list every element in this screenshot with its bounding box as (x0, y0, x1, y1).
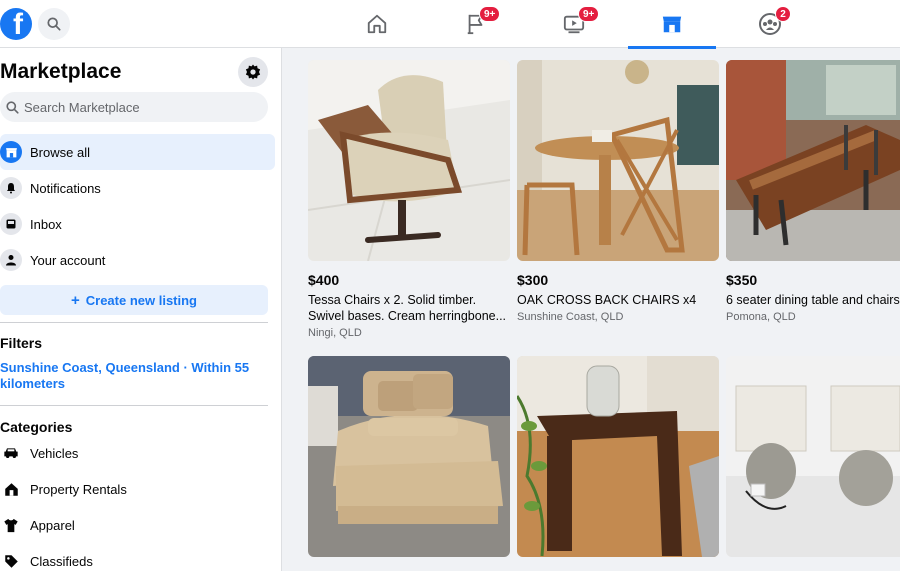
page-title: Marketplace (0, 60, 122, 83)
listing-photo[interactable] (726, 356, 900, 557)
listing-title: 6 seater dining table and chairs (726, 293, 900, 307)
marketplace-sidebar: Marketplace Browse all Notifications Inb… (0, 48, 282, 571)
listing-title: Swivel bases. Cream herringbone... (308, 309, 507, 323)
categories-heading: Categories (0, 419, 73, 435)
tag-icon (0, 550, 22, 571)
search-icon (6, 100, 19, 114)
category-label: Vehicles (30, 445, 79, 461)
listing-card[interactable] (308, 356, 510, 557)
category-classifieds[interactable]: Classifieds (0, 543, 275, 571)
sidebar-item-inbox[interactable]: Inbox (0, 206, 275, 242)
sidebar-item-notifications[interactable]: Notifications (0, 170, 275, 206)
listing-location: Ningi, QLD (308, 327, 362, 339)
groups-badge: 2 (775, 6, 791, 22)
search-input[interactable] (24, 99, 254, 115)
store-icon (662, 16, 682, 33)
home-icon (367, 14, 387, 34)
divider (0, 405, 268, 406)
listing-price: $350 (726, 272, 758, 288)
person-icon (0, 249, 22, 271)
category-apparel[interactable]: Apparel (0, 507, 275, 543)
category-vehicles[interactable]: Vehicles (0, 435, 275, 471)
shirt-icon (0, 514, 22, 536)
sidebar-item-label: Notifications (30, 180, 101, 196)
listing-title: Tessa Chairs x 2. Solid timber. (308, 293, 477, 307)
listing-location: Sunshine Coast, QLD (517, 311, 624, 323)
inbox-icon (0, 213, 22, 235)
listing-title: OAK CROSS BACK CHAIRS x4 (517, 293, 697, 307)
search-button[interactable] (38, 8, 70, 40)
filters-heading: Filters (0, 335, 43, 351)
search-icon (47, 17, 61, 31)
location-filter-link[interactable]: Sunshine Coast, Queensland · Within 55 k… (0, 360, 250, 392)
sidebar-item-your-account[interactable]: Your account (0, 242, 275, 278)
listing-card[interactable] (517, 356, 719, 557)
bell-icon (0, 177, 22, 199)
house-icon (0, 478, 22, 500)
category-property-rentals[interactable]: Property Rentals (0, 471, 275, 507)
listing-card[interactable]: $300 OAK CROSS BACK CHAIRS x4 Sunshine C… (517, 60, 719, 323)
store-icon (0, 141, 22, 163)
create-listing-label: Create new listing (85, 292, 197, 308)
listing-photo[interactable] (517, 356, 719, 557)
tab-pages[interactable]: 9+ (432, 0, 520, 48)
car-icon (0, 442, 22, 464)
settings-button[interactable] (238, 57, 268, 87)
sidebar-item-label: Your account (30, 252, 106, 268)
category-label: Property Rentals (30, 481, 127, 497)
listing-price: $300 (517, 272, 549, 288)
marketplace-search[interactable] (0, 92, 268, 122)
pages-badge: 9+ (479, 6, 501, 22)
gear-icon (245, 64, 261, 80)
listing-card[interactable]: $350 6 seater dining table and chairs Po… (726, 60, 900, 323)
listing-photo[interactable] (726, 60, 900, 261)
tab-groups[interactable]: 2 (726, 0, 814, 48)
listing-card[interactable] (726, 356, 900, 557)
listing-location: Pomona, QLD (726, 311, 796, 323)
facebook-logo[interactable]: f (0, 8, 32, 40)
listing-photo[interactable] (308, 356, 510, 557)
listing-photo[interactable] (517, 60, 719, 261)
listing-card[interactable]: $400 Tessa Chairs x 2. Solid timber. Swi… (308, 60, 510, 339)
top-navigation-bar: f 9+ 9+ 2 (0, 0, 900, 49)
create-listing-button[interactable]: + Create new listing (0, 285, 268, 315)
listing-price: $400 (308, 272, 340, 288)
sidebar-item-browse-all[interactable]: Browse all (0, 134, 275, 170)
plus-icon: + (70, 291, 80, 309)
tab-watch[interactable]: 9+ (530, 0, 618, 48)
category-label: Apparel (30, 517, 75, 533)
tab-home[interactable] (333, 0, 421, 48)
divider (0, 322, 268, 323)
listing-photo[interactable] (308, 60, 510, 261)
tab-marketplace[interactable] (628, 0, 716, 49)
category-label: Classifieds (30, 553, 93, 569)
watch-badge: 9+ (578, 6, 600, 22)
sidebar-item-label: Browse all (30, 144, 90, 160)
sidebar-item-label: Inbox (30, 216, 62, 232)
